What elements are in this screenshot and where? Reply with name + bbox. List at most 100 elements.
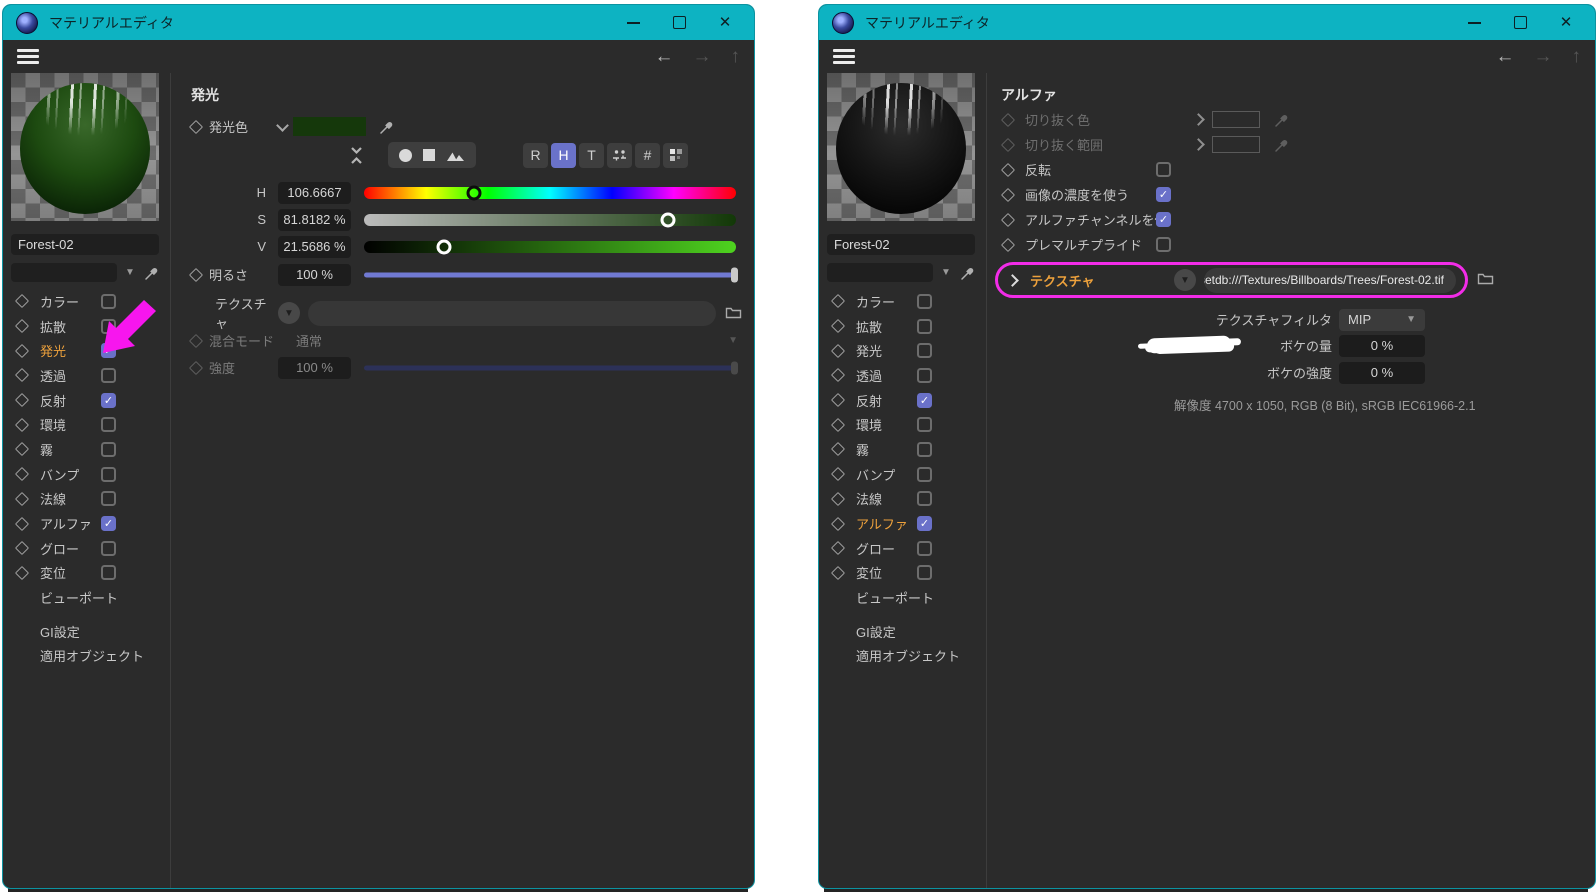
channel-row[interactable]: バンプ [9, 462, 170, 487]
sidebar-item-1[interactable]: GI設定 [825, 619, 986, 644]
back-icon[interactable]: ← [1496, 47, 1515, 66]
channel-row[interactable]: アルファ [825, 511, 986, 536]
channel-row[interactable]: アルファ [9, 511, 170, 536]
mixer-mode-icon[interactable] [607, 143, 632, 168]
channel-label[interactable]: 発光 [856, 341, 917, 360]
channel-checkbox[interactable] [917, 417, 932, 432]
forward-icon[interactable]: → [693, 47, 712, 66]
channel-label[interactable]: バンプ [40, 465, 101, 484]
channel-row[interactable]: 法線 [9, 487, 170, 512]
channel-label[interactable]: 霧 [40, 440, 101, 459]
up-icon[interactable]: ↑ [731, 47, 741, 66]
channel-label[interactable]: 透過 [40, 366, 101, 385]
channel-checkbox[interactable] [101, 442, 116, 457]
mode-button-h[interactable]: H [551, 143, 576, 168]
channel-row[interactable]: 反射 [825, 388, 986, 413]
texture-path-field[interactable]: assetdb:///Textures/Billboards/Trees/For… [1204, 268, 1456, 293]
titlebar[interactable]: マテリアルエディタ ✕ [3, 5, 754, 40]
channel-row[interactable]: グロー [9, 536, 170, 561]
chevron-down-icon[interactable]: ▼ [125, 267, 135, 278]
channel-label[interactable]: 発光 [40, 341, 101, 360]
texture-filter-dropdown[interactable]: MIP ▼ [1339, 309, 1425, 331]
channel-label[interactable]: 法線 [856, 489, 917, 508]
channel-checkbox[interactable] [917, 541, 932, 556]
back-icon[interactable]: ← [655, 47, 674, 66]
channel-checkbox[interactable] [917, 368, 932, 383]
channel-checkbox[interactable] [101, 393, 116, 408]
channel-checkbox[interactable] [101, 368, 116, 383]
strength-value-field[interactable]: 100 % [278, 357, 351, 379]
up-icon[interactable]: ↑ [1572, 47, 1582, 66]
channel-row[interactable]: 霧 [9, 437, 170, 462]
channel-row[interactable]: 透過 [825, 363, 986, 388]
square-shape-icon[interactable] [423, 149, 435, 161]
eyedropper-icon[interactable] [960, 265, 976, 281]
channel-checkbox[interactable] [917, 491, 932, 506]
material-preview[interactable] [11, 73, 159, 221]
channel-checkbox[interactable] [101, 491, 116, 506]
material-preview[interactable] [827, 73, 975, 221]
saturation-slider-knob[interactable] [661, 212, 676, 227]
channel-label[interactable]: バンプ [856, 465, 917, 484]
channel-row[interactable]: カラー [825, 289, 986, 314]
channel-checkbox[interactable] [917, 516, 932, 531]
hue-slider-knob[interactable] [467, 185, 482, 200]
channel-checkbox[interactable] [101, 565, 116, 580]
channel-row[interactable]: 発光 [825, 338, 986, 363]
channel-row[interactable]: 環境 [9, 412, 170, 437]
channel-row[interactable]: 反射 [9, 388, 170, 413]
channel-checkbox[interactable] [917, 442, 932, 457]
chevron-right-icon[interactable] [1192, 113, 1205, 126]
texture-dropdown-button[interactable]: ▼ [278, 302, 300, 324]
brightness-value-field[interactable]: 100 % [278, 264, 351, 286]
channel-label[interactable]: グロー [40, 539, 101, 558]
channel-checkbox[interactable] [101, 417, 116, 432]
channel-label[interactable]: 変位 [856, 563, 917, 582]
mode-button-t[interactable]: T [579, 143, 604, 168]
titlebar[interactable]: マテリアルエディタ ✕ [819, 5, 1595, 40]
channel-row[interactable]: 環境 [825, 412, 986, 437]
blur-amount-field[interactable]: 0 % [1339, 335, 1425, 357]
channel-row[interactable]: 拡散 [825, 314, 986, 339]
folder-icon[interactable] [725, 306, 742, 320]
blur-strength-field[interactable]: 0 % [1339, 362, 1425, 384]
mode-button-r[interactable]: R [523, 143, 548, 168]
channel-checkbox[interactable] [917, 343, 932, 358]
sidebar-item-0[interactable]: ビューポート [9, 585, 170, 610]
texture-path-field[interactable] [308, 301, 716, 326]
channel-checkbox[interactable] [101, 541, 116, 556]
eyedropper-icon[interactable] [144, 265, 160, 281]
channel-label[interactable]: 法線 [40, 489, 101, 508]
channel-checkbox[interactable] [101, 516, 116, 531]
hue-value-field[interactable]: 106.6667 [278, 182, 351, 204]
channel-label[interactable]: 霧 [856, 440, 917, 459]
brightness-slider-knob[interactable] [731, 267, 738, 282]
channel-label[interactable]: 透過 [856, 366, 917, 385]
channel-label[interactable]: 環境 [40, 415, 101, 434]
strength-slider[interactable] [364, 359, 736, 377]
channel-row[interactable]: 法線 [825, 487, 986, 512]
channel-label[interactable]: 拡散 [40, 317, 101, 336]
channel-row[interactable]: グロー [825, 536, 986, 561]
channel-label[interactable]: グロー [856, 539, 917, 558]
sidebar-item-0[interactable]: ビューポート [825, 585, 986, 610]
channel-label[interactable]: 反射 [40, 391, 101, 410]
maximize-button[interactable] [656, 5, 702, 40]
material-name-field[interactable]: Forest-02 [827, 234, 975, 255]
channel-label[interactable]: 拡散 [856, 317, 917, 336]
close-button[interactable]: ✕ [702, 5, 748, 40]
chevron-down-icon[interactable] [276, 119, 289, 132]
channel-row[interactable]: バンプ [825, 462, 986, 487]
forward-icon[interactable]: → [1534, 47, 1553, 66]
channel-checkbox[interactable] [917, 393, 932, 408]
premultiplied-checkbox[interactable] [1156, 237, 1171, 252]
hex-mode-button[interactable]: # [635, 143, 660, 168]
channel-row[interactable]: 変位 [825, 561, 986, 586]
folder-icon[interactable] [1477, 272, 1494, 286]
sidebar-item-1[interactable]: GI設定 [9, 619, 170, 644]
brightness-slider[interactable] [364, 266, 736, 284]
channel-label[interactable]: 環境 [856, 415, 917, 434]
minimize-button[interactable] [610, 5, 656, 40]
menu-icon[interactable] [833, 49, 855, 64]
gradient-shape-icon[interactable] [446, 149, 465, 162]
